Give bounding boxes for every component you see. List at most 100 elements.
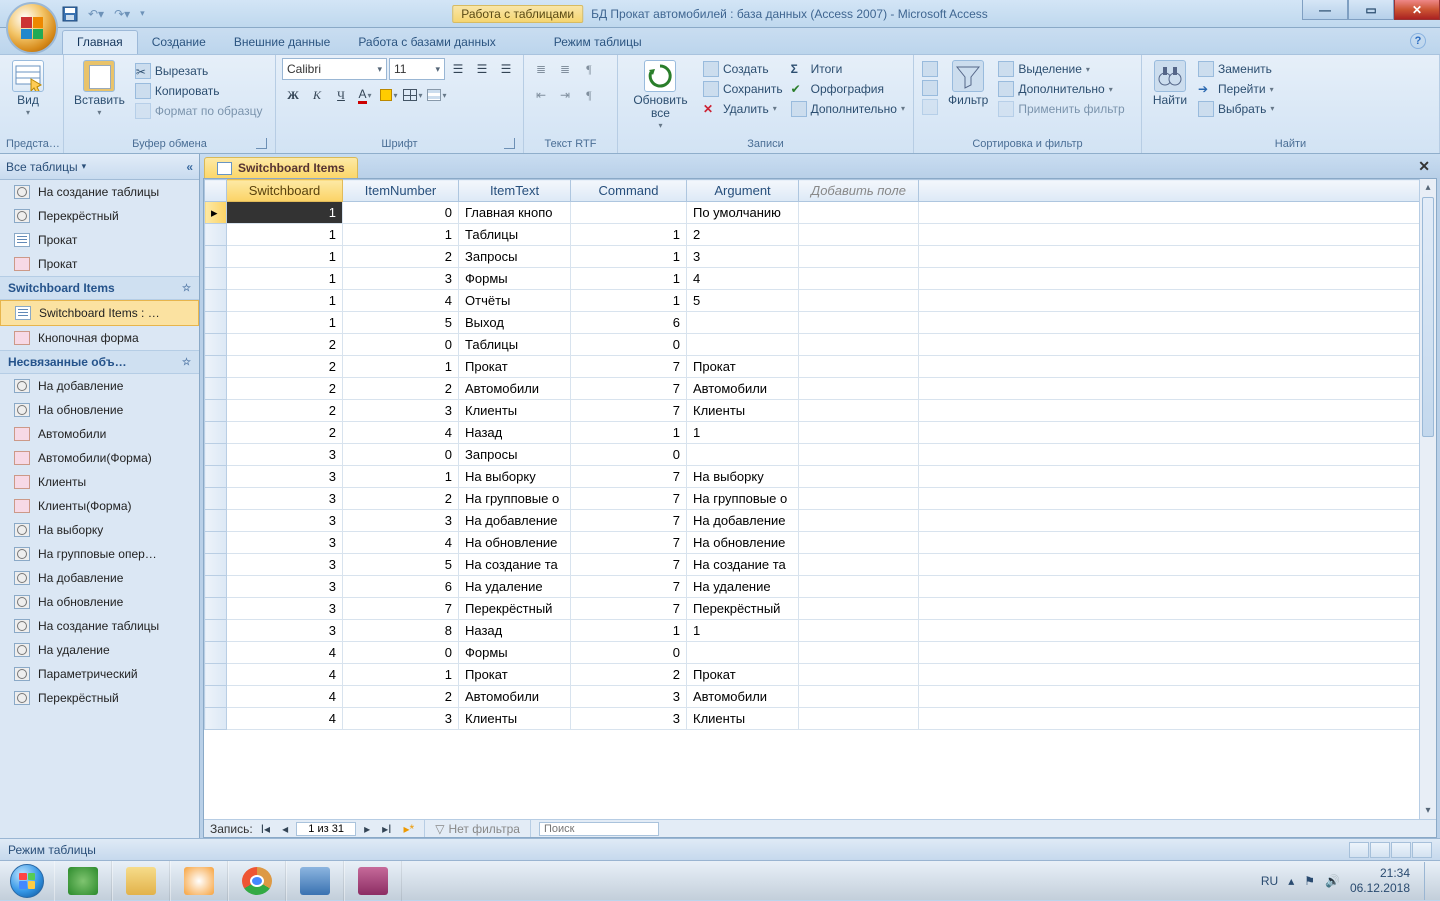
cell[interactable]: 7 (343, 598, 459, 620)
clear-sort-button[interactable] (920, 98, 940, 116)
office-button[interactable] (6, 2, 58, 54)
qat-customize-icon[interactable]: ▾ (140, 8, 145, 19)
nav-item[interactable]: На удаление (0, 638, 199, 662)
cell[interactable]: 7 (571, 510, 687, 532)
language-indicator[interactable]: RU (1261, 874, 1278, 888)
replace-button[interactable]: Заменить (1196, 60, 1276, 79)
cell[interactable]: 1 (571, 290, 687, 312)
prev-record-button[interactable]: ◂ (278, 822, 292, 836)
cell[interactable]: 1 (571, 224, 687, 246)
row-selector[interactable] (205, 268, 227, 290)
save-record-button[interactable]: Сохранить (701, 80, 785, 99)
cell[interactable]: 8 (343, 620, 459, 642)
row-selector[interactable] (205, 576, 227, 598)
select-button[interactable]: Выбрать▾ (1196, 100, 1276, 119)
clock[interactable]: 21:3406.12.2018 (1350, 866, 1410, 895)
cell[interactable]: 7 (571, 488, 687, 510)
row-selector[interactable] (205, 224, 227, 246)
cell[interactable]: 1 (343, 356, 459, 378)
cell[interactable]: На создание та (459, 554, 571, 576)
nav-header[interactable]: Все таблицы▾« (0, 154, 199, 180)
nav-item[interactable]: Автомобили(Форма) (0, 446, 199, 470)
nav-item[interactable]: Автомобили (0, 422, 199, 446)
cell[interactable]: На удаление (459, 576, 571, 598)
cell[interactable]: 1 (343, 224, 459, 246)
advanced-filter-button[interactable]: Дополнительно▾ (996, 80, 1126, 99)
tray-up-icon[interactable]: ▴ (1288, 874, 1294, 888)
cell[interactable]: 1 (571, 620, 687, 642)
row-selector[interactable] (205, 554, 227, 576)
cell[interactable]: 5 (343, 312, 459, 334)
cell[interactable]: Прокат (687, 356, 799, 378)
cell[interactable]: Запросы (459, 444, 571, 466)
cell[interactable]: 3 (343, 510, 459, 532)
last-record-button[interactable]: ▸I (378, 822, 395, 836)
cell[interactable]: 5 (687, 290, 799, 312)
cell[interactable]: 3 (227, 488, 343, 510)
italic-button[interactable]: К (306, 84, 328, 106)
cell[interactable]: 1 (227, 246, 343, 268)
row-selector[interactable] (205, 356, 227, 378)
cell[interactable]: На добавление (459, 510, 571, 532)
design-view-icon[interactable] (1412, 842, 1432, 858)
totals-button[interactable]: ΣИтоги (789, 60, 907, 79)
vertical-scrollbar[interactable]: ▴▾ (1419, 179, 1436, 819)
first-record-button[interactable]: I◂ (257, 822, 274, 836)
cell[interactable]: Прокат (459, 356, 571, 378)
alt-row-button[interactable]: ▾ (426, 84, 448, 106)
cell[interactable] (687, 312, 799, 334)
cell[interactable]: Перекрёстный (687, 598, 799, 620)
cell[interactable]: 3 (227, 576, 343, 598)
cell[interactable]: 3 (227, 554, 343, 576)
tab-external[interactable]: Внешние данные (220, 31, 345, 54)
chart-view-icon[interactable] (1391, 842, 1411, 858)
maximize-button[interactable]: ▭ (1348, 0, 1394, 20)
cell[interactable]: Автомобили (687, 686, 799, 708)
filter-indicator[interactable]: ▽Нет фильтра (425, 820, 531, 837)
new-record-nav-button[interactable]: ▸* (400, 822, 419, 836)
cell[interactable]: 4 (227, 664, 343, 686)
taskbar-app-chrome[interactable] (228, 861, 286, 901)
refresh-all-button[interactable]: Обновить все▾ (624, 58, 697, 133)
view-button[interactable]: Вид▾ (6, 58, 50, 120)
cell[interactable]: 2 (571, 664, 687, 686)
cell[interactable]: Запросы (459, 246, 571, 268)
sort-desc-button[interactable] (920, 79, 940, 97)
cell[interactable]: Автомобили (687, 378, 799, 400)
cell[interactable]: 2 (227, 378, 343, 400)
cell[interactable]: Формы (459, 268, 571, 290)
cell[interactable]: 3 (343, 268, 459, 290)
gridlines-button[interactable]: ▾ (402, 84, 424, 106)
cell[interactable]: Автомобили (459, 686, 571, 708)
row-selector[interactable]: ▸ (205, 202, 227, 224)
cell[interactable]: Клиенты (459, 708, 571, 730)
format-painter-button[interactable]: Формат по образцу (133, 102, 265, 121)
cell[interactable]: 0 (343, 642, 459, 664)
cell[interactable]: Клиенты (459, 400, 571, 422)
taskbar-app-utorrent[interactable] (54, 861, 112, 901)
row-selector[interactable] (205, 664, 227, 686)
minimize-button[interactable]: — (1302, 0, 1348, 20)
row-selector[interactable] (205, 620, 227, 642)
cell[interactable]: Формы (459, 642, 571, 664)
find-button[interactable]: Найти (1148, 58, 1192, 109)
scroll-thumb[interactable] (1422, 197, 1434, 437)
select-all-corner[interactable] (205, 180, 227, 202)
row-selector[interactable] (205, 246, 227, 268)
goto-button[interactable]: ➔Перейти▾ (1196, 80, 1276, 99)
next-record-button[interactable]: ▸ (360, 822, 374, 836)
cell[interactable]: На выборку (687, 466, 799, 488)
cell[interactable]: 7 (571, 554, 687, 576)
cell[interactable]: На групповые о (459, 488, 571, 510)
record-position-input[interactable] (296, 822, 356, 836)
tab-home[interactable]: Главная (62, 30, 138, 54)
cell[interactable]: 2 (343, 378, 459, 400)
collapse-pane-icon[interactable]: « (186, 160, 193, 174)
doc-tab-switchboard[interactable]: Switchboard Items (204, 157, 358, 178)
nav-item[interactable]: На групповые опер… (0, 542, 199, 566)
bold-button[interactable]: Ж (282, 84, 304, 106)
cell[interactable]: 3 (571, 686, 687, 708)
cell[interactable]: 3 (227, 532, 343, 554)
cell[interactable]: Назад (459, 620, 571, 642)
align-right-icon[interactable]: ☰ (495, 58, 517, 80)
